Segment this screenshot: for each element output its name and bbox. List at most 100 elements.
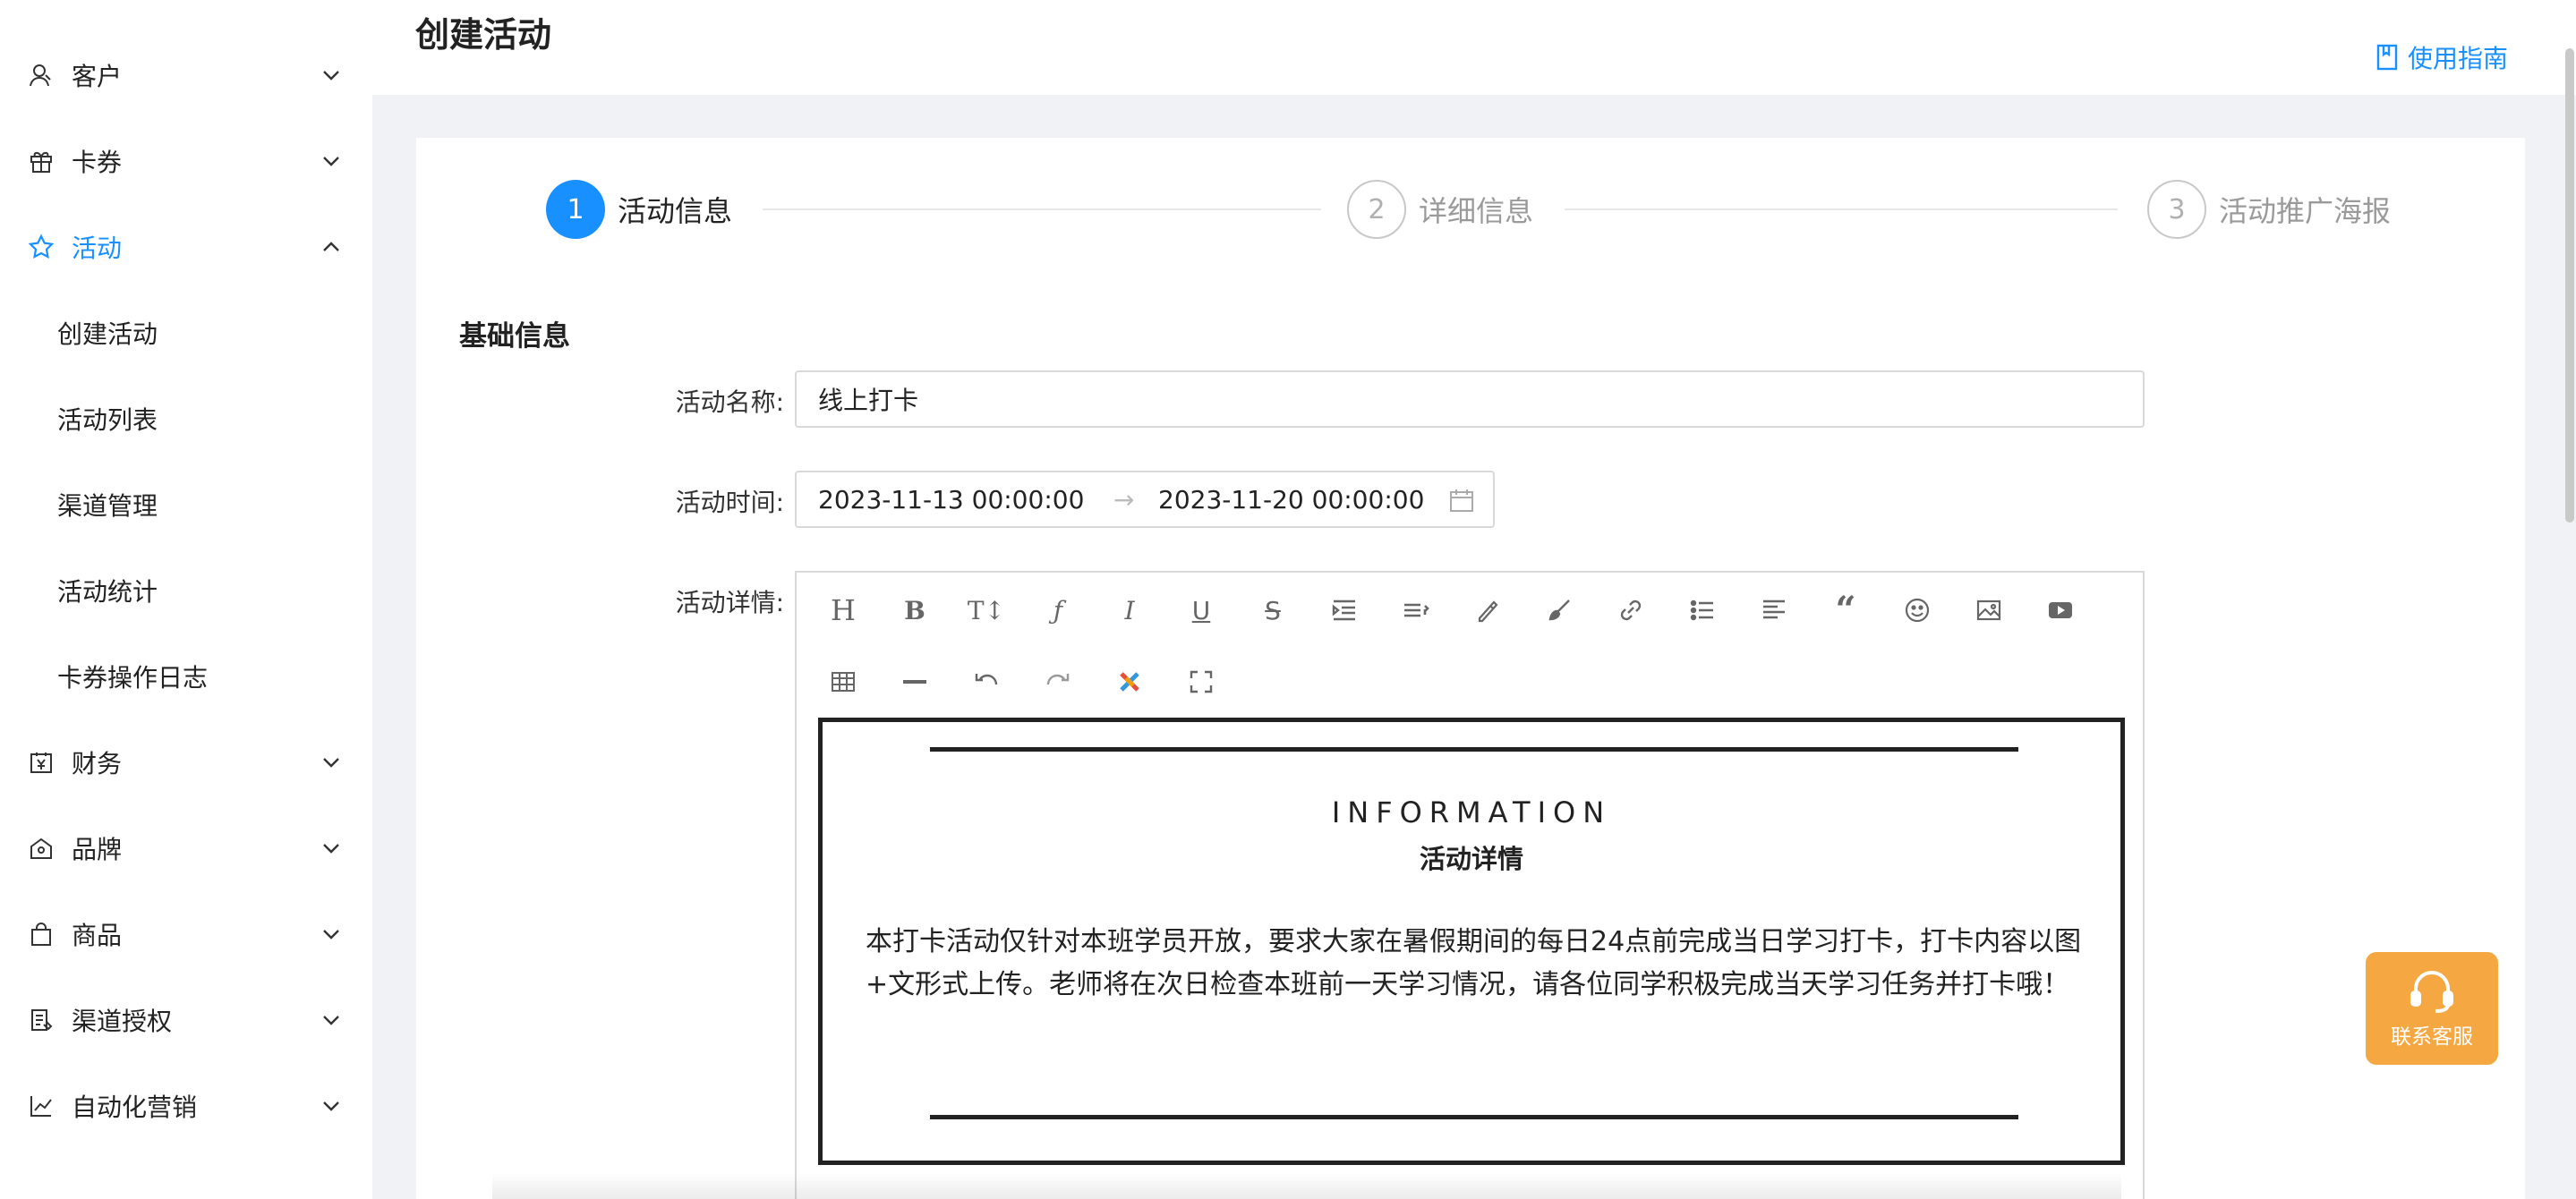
background-color-icon[interactable]	[1540, 591, 1579, 630]
chevron-down-icon	[320, 64, 342, 86]
link-icon[interactable]	[1611, 591, 1651, 630]
content-heading-en: INFORMATION	[1331, 795, 1612, 829]
chevron-up-icon	[320, 236, 342, 258]
customer-service-label: 联系客服	[2391, 1025, 2473, 1049]
sidebar-item-brand[interactable]: 品牌	[0, 805, 372, 891]
sidebar-item-label: 卡券	[72, 148, 123, 177]
font-size-icon[interactable]: T↕	[967, 591, 1006, 630]
chevron-down-icon	[320, 752, 342, 773]
sidebar-item-channel-auth[interactable]: 渠道授权	[0, 977, 372, 1063]
redo-icon[interactable]	[1038, 662, 1078, 702]
sidebar-item-customer[interactable]: 客户	[0, 32, 372, 118]
chevron-down-icon	[320, 1095, 342, 1117]
activity-time-range-picker[interactable]: 2023-11-13 00:00:00 → 2023-11-20 00:00:0…	[795, 471, 1495, 528]
video-icon[interactable]	[2041, 591, 2080, 630]
strikethrough-icon[interactable]: S	[1253, 591, 1292, 630]
sidebar-item-label: 自动化营销	[72, 1093, 198, 1122]
bold-icon[interactable]: B	[895, 591, 934, 630]
editor-content[interactable]: INFORMATION 活动详情 本打卡活动仅针对本班学员开放，要求大家在暑假期…	[818, 718, 2125, 1165]
brand-icon	[27, 834, 55, 863]
table-icon[interactable]	[823, 662, 863, 702]
calendar-icon	[1450, 489, 1473, 512]
activity-name-label: 活动名称:	[675, 387, 784, 417]
page-header: 创建活动 使用指南	[372, 0, 2576, 95]
line-height-icon[interactable]	[1396, 591, 1436, 630]
content-heading-zh: 活动详情	[1419, 844, 1523, 874]
sidebar-subitem-create-activity[interactable]: 创建活动	[0, 290, 372, 376]
sidebar-item-automation[interactable]: 自动化营销	[0, 1063, 372, 1149]
guide-link-label: 使用指南	[2408, 44, 2509, 73]
emoji-icon[interactable]	[1898, 591, 1937, 630]
sidebar-item-label: 客户	[72, 62, 123, 91]
customer-service-button[interactable]: 联系客服	[2366, 952, 2498, 1065]
headset-icon	[2410, 971, 2453, 1013]
step-connector	[763, 208, 1321, 210]
bag-icon	[27, 920, 55, 948]
scrollbar[interactable]	[2565, 48, 2574, 523]
finance-icon	[27, 748, 55, 777]
sidebar-item-goods[interactable]: 商品	[0, 891, 372, 977]
bottom-divider	[930, 1115, 2018, 1119]
divider-icon[interactable]	[895, 662, 934, 702]
step-number: 1	[546, 180, 605, 239]
user-icon	[27, 61, 55, 89]
guide-link[interactable]: 使用指南	[2376, 39, 2508, 75]
clear-format-icon[interactable]	[1110, 662, 1149, 702]
step-activity-info[interactable]: 1 活动信息	[546, 180, 732, 239]
sidebar-item-label: 商品	[72, 921, 123, 950]
section-title: 基础信息	[459, 320, 570, 353]
gift-icon	[27, 147, 55, 175]
fullscreen-icon[interactable]	[1181, 662, 1221, 702]
align-left-icon[interactable]	[1754, 591, 1794, 630]
chevron-down-icon	[320, 923, 342, 945]
step-label: 详细信息	[1419, 194, 1534, 228]
sidebar-item-activity[interactable]: 活动	[0, 204, 372, 290]
sidebar-item-coupon[interactable]: 卡券	[0, 118, 372, 204]
sidebar-subitem-label: 渠道管理	[57, 491, 158, 521]
step-label: 活动信息	[618, 194, 733, 228]
italic-icon[interactable]: I	[1110, 591, 1149, 630]
quote-icon[interactable]: “	[1826, 591, 1865, 630]
step-number: 3	[2147, 180, 2206, 239]
font-color-icon[interactable]	[1468, 591, 1507, 630]
step-detail-info[interactable]: 2 详细信息	[1347, 180, 1533, 239]
sidebar-subitem-coupon-log[interactable]: 卡券操作日志	[0, 634, 372, 719]
sidebar: 客户 卡券 活动 创建活动 活动列表 渠道管理 活动统计 卡券操作日志 财务 品…	[0, 0, 372, 1199]
book-icon	[2376, 44, 2398, 71]
underline-icon[interactable]: U	[1181, 591, 1221, 630]
sidebar-item-finance[interactable]: 财务	[0, 719, 372, 805]
step-number: 2	[1347, 180, 1406, 239]
activity-name-input[interactable]: 线上打卡	[795, 370, 2145, 428]
font-family-icon[interactable]: ƒ	[1038, 591, 1078, 630]
step-poster[interactable]: 3 活动推广海报	[2147, 180, 2391, 239]
sidebar-subitem-activity-list[interactable]: 活动列表	[0, 376, 372, 462]
activity-detail-label: 活动详情:	[675, 588, 784, 617]
sidebar-subitem-channel-management[interactable]: 渠道管理	[0, 462, 372, 548]
image-icon[interactable]	[1969, 591, 2009, 630]
sidebar-subitem-activity-stats[interactable]: 活动统计	[0, 548, 372, 634]
heading-icon[interactable]: H	[823, 591, 863, 630]
chevron-down-icon	[320, 150, 342, 172]
sidebar-item-label: 品牌	[72, 835, 123, 864]
arrow-right-icon: →	[1113, 484, 1135, 514]
step-connector	[1565, 208, 2118, 210]
sidebar-item-label: 渠道授权	[72, 1007, 173, 1036]
bulleted-list-icon[interactable]	[1683, 591, 1722, 630]
top-divider	[930, 747, 2018, 752]
step-label: 活动推广海报	[2219, 194, 2392, 228]
start-time-value[interactable]: 2023-11-13 00:00:00	[818, 485, 1084, 514]
sidebar-subitem-label: 创建活动	[57, 319, 158, 349]
end-time-value[interactable]: 2023-11-20 00:00:00	[1158, 485, 1424, 514]
indent-icon[interactable]	[1325, 591, 1364, 630]
document-icon	[27, 1006, 55, 1034]
page-title: 创建活动	[415, 15, 552, 55]
sidebar-subitem-label: 活动列表	[57, 405, 158, 435]
chevron-down-icon	[320, 1009, 342, 1031]
sidebar-subitem-label: 活动统计	[57, 577, 158, 607]
rich-text-editor: H B T↕ ƒ I U S “ INFORMATION 活动详情 本打卡活动仅…	[795, 571, 2145, 1199]
shadow	[492, 1172, 2121, 1199]
sidebar-item-label: 活动	[72, 234, 123, 263]
undo-icon[interactable]	[967, 662, 1006, 702]
star-icon	[27, 233, 55, 261]
chevron-down-icon	[320, 838, 342, 859]
